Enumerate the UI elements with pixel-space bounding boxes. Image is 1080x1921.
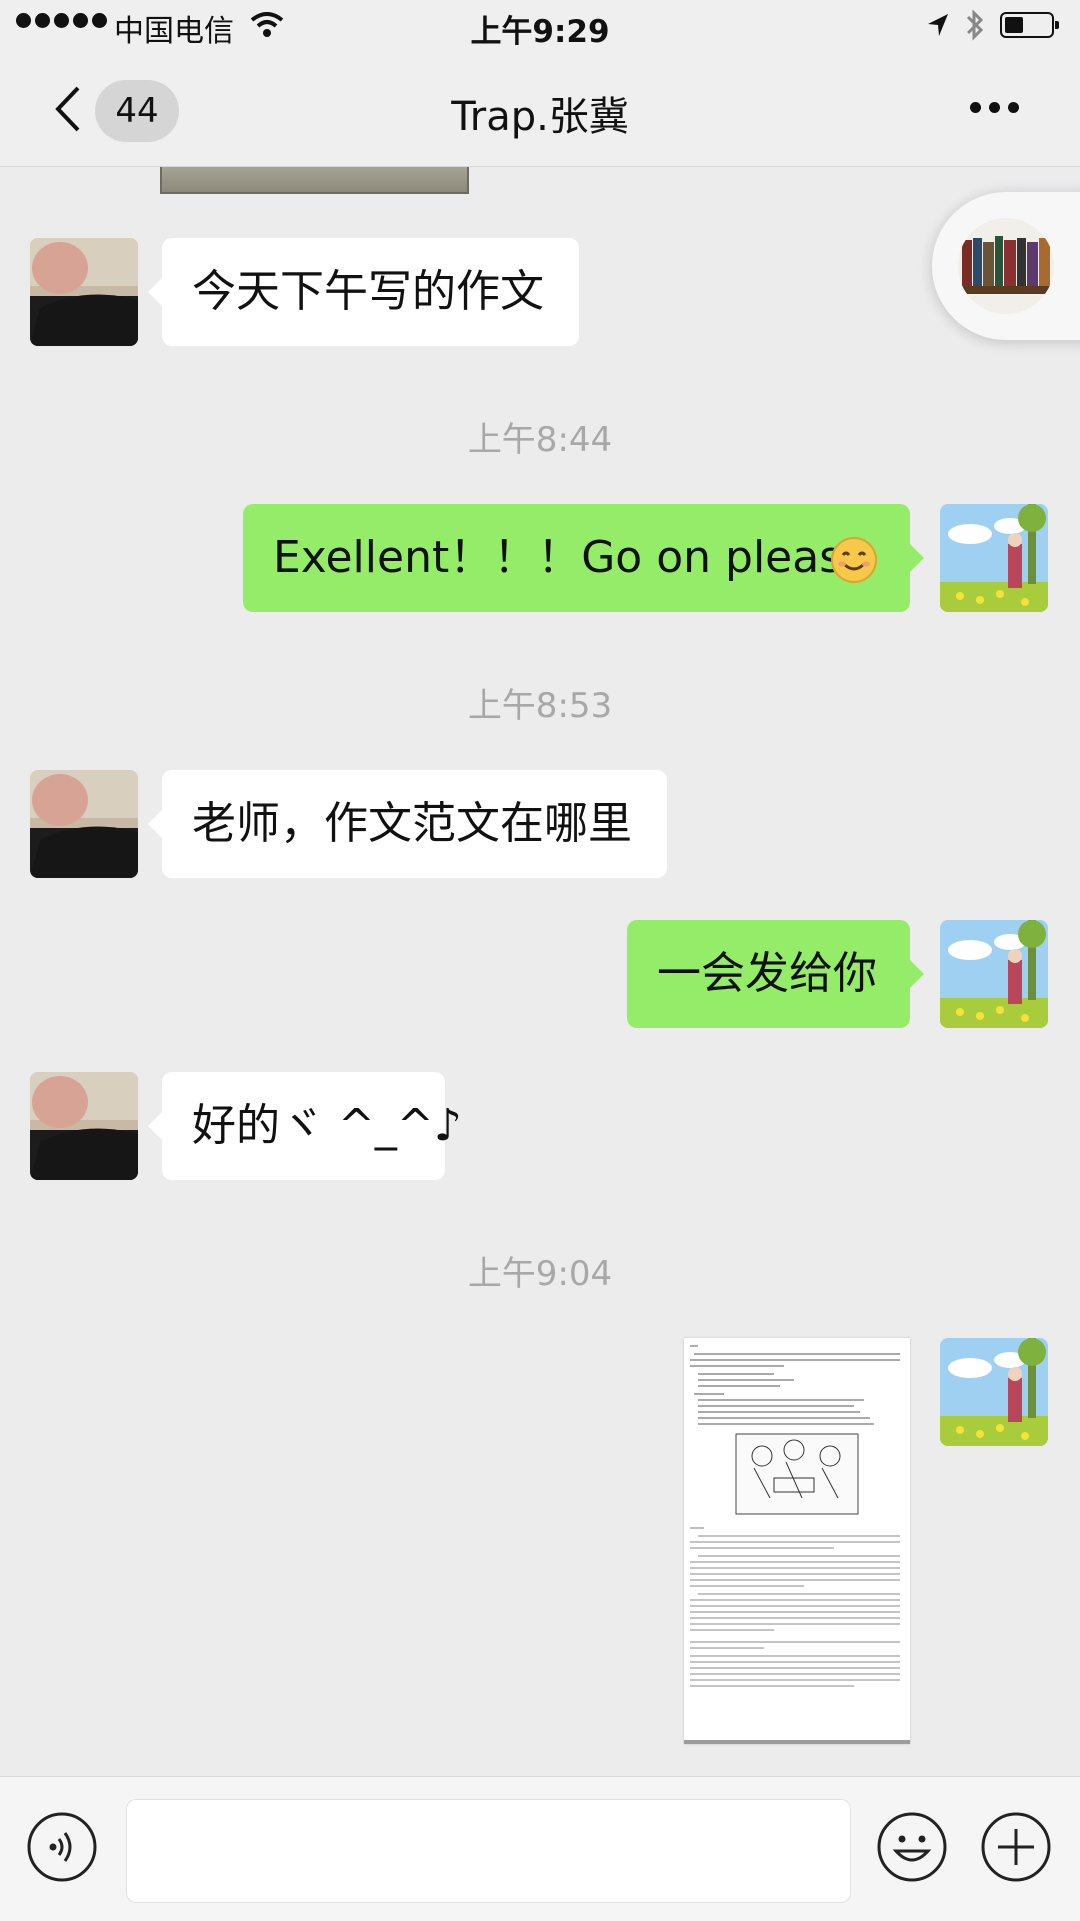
plus-icon[interactable] [980,1811,1052,1883]
chat-title: Trap.张冀 [451,94,629,140]
message-text: 好的ヾ ^_^♪ [192,1100,462,1151]
contact-avatar[interactable] [30,770,138,878]
my-avatar[interactable] [940,504,1048,612]
contact-avatar[interactable] [30,1072,138,1180]
message-text: Exellent！！！Go on please [273,532,870,583]
message-bubble-incoming[interactable]: 老师，作文范文在哪里 [148,770,667,878]
contact-avatar[interactable] [30,238,138,346]
message-bubble-outgoing[interactable]: Exellent！！！Go on please [243,504,924,612]
emoji-icon[interactable] [876,1811,948,1883]
floating-window-button[interactable] [932,192,1080,340]
chat-header: 44 Trap.张冀 [0,54,1080,166]
status-time: 上午9:29 [470,14,610,50]
more-icon[interactable] [970,102,1019,113]
bookshelf-thumbnail [958,218,1054,314]
top-bar: 中国电信 上午9:29 44 Trap.张冀 [0,0,1080,167]
voice-icon[interactable] [26,1811,98,1883]
my-avatar[interactable] [940,920,1048,1028]
battery-icon [1000,12,1059,38]
message-input[interactable] [126,1799,851,1903]
status-bar: 中国电信 上午9:29 [0,0,1080,54]
location-arrow-icon [928,14,948,36]
smiling-face-emoji-icon [831,537,877,583]
message-text: 今天下午写的作文 [192,266,544,317]
message-bubble-incoming[interactable]: 好的ヾ ^_^♪ [148,1072,462,1180]
message-bubble-incoming[interactable]: 今天下午写的作文 [148,238,579,346]
timestamp: 上午8:44 [467,420,613,460]
message-text: 一会发给你 [657,948,877,999]
message-bubble-outgoing[interactable]: 一会发给你 [627,920,924,1028]
timestamp: 上午9:04 [467,1254,613,1294]
input-toolbar [0,1776,1080,1921]
bluetooth-icon [966,9,984,41]
essay-image-message[interactable] [684,1338,910,1744]
my-avatar[interactable] [940,1338,1048,1446]
timestamp: 上午8:53 [467,686,613,726]
message-text: 老师，作文范文在哪里 [192,798,632,849]
